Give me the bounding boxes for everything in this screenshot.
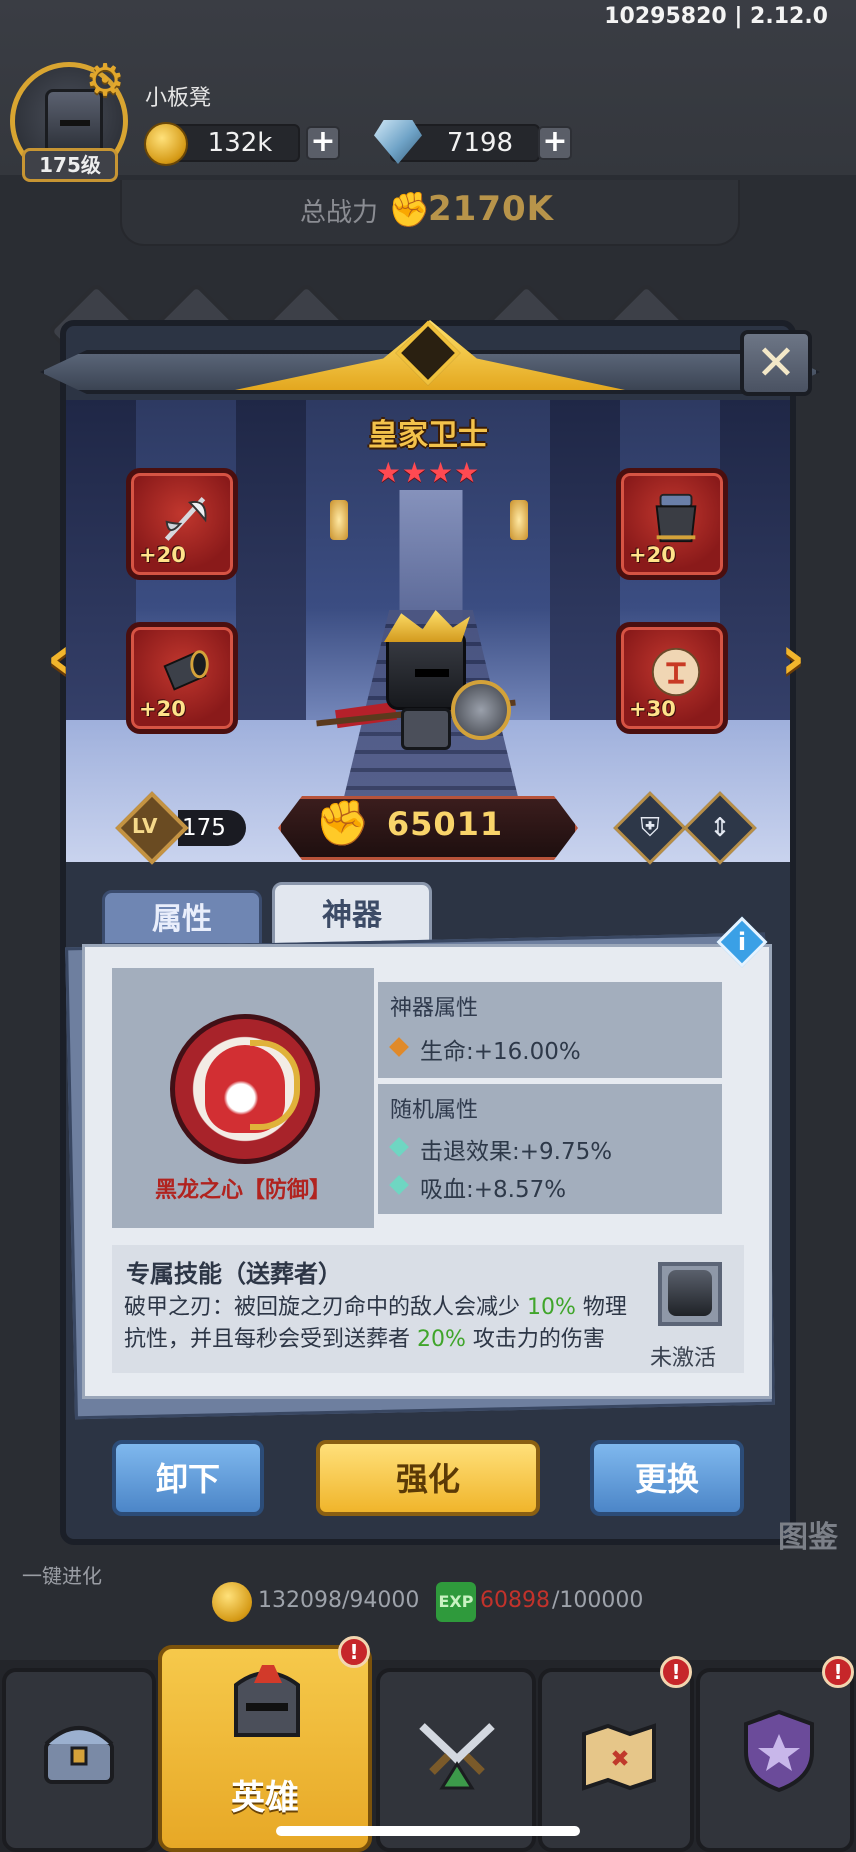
- add-gems-button[interactable]: +: [538, 126, 572, 160]
- shield-icon: ⛨: [640, 813, 660, 843]
- hero-visor: [415, 669, 449, 677]
- axe-icon: [164, 497, 207, 541]
- up-down-arrows-icon: ⇕: [709, 813, 731, 843]
- equip-slot-armor[interactable]: +20: [126, 622, 238, 734]
- diamond-bullet-icon: [389, 1175, 409, 1195]
- exp-icon: EXP: [436, 1582, 476, 1622]
- next-hero-arrow-icon[interactable]: ›: [768, 628, 818, 690]
- fist-icon: ✊: [388, 190, 431, 230]
- enhance-button[interactable]: 强化: [316, 1440, 540, 1516]
- lamp-icon: [510, 500, 528, 540]
- fixed-stat-line: 生命:+16.00%: [420, 1039, 581, 1065]
- info-icon: i: [737, 928, 747, 956]
- knight-helmet-icon: [234, 1665, 300, 1737]
- skill-description[interactable]: 破甲之刃：被回旋之刃命中的敌人会减少 10% 物理抗性，并且每秒会受到送葬者 2…: [124, 1292, 634, 1362]
- artifact-fixed-stats: 神器属性 生命:+16.00%: [378, 982, 722, 1078]
- nav-item-map[interactable]: [538, 1668, 694, 1852]
- lamp-icon: [330, 500, 348, 540]
- equip-level: +20: [139, 697, 186, 721]
- bracer-icon: [163, 650, 209, 691]
- gold-value: 132k: [207, 128, 273, 158]
- total-power-value: 2170K: [428, 189, 554, 229]
- skill-title: 专属技能（送葬者）: [126, 1260, 342, 1288]
- tab-artifact[interactable]: 神器: [272, 882, 432, 946]
- hero-level-badge-label: LV: [132, 814, 158, 838]
- random-stats-title: 随机属性: [390, 1098, 479, 1123]
- helmet-icon: [655, 493, 697, 543]
- gem-value: 7198: [446, 128, 514, 158]
- nav-item-chest[interactable]: [2, 1668, 156, 1852]
- player-level-badge: 175级: [22, 148, 118, 182]
- hero-level-value: 175: [182, 815, 226, 841]
- hero-power-value: 65011: [386, 805, 504, 843]
- random-stat-line: 击退效果:+9.75%: [420, 1139, 613, 1165]
- close-button[interactable]: ✕: [740, 330, 812, 396]
- equip-slot-weapon[interactable]: +20: [126, 468, 238, 580]
- artifact-name: 黑龙之心【防御】: [154, 1178, 331, 1203]
- gold-coin-icon: [212, 1582, 252, 1622]
- random-stat-line: 吸血:+8.57%: [420, 1177, 567, 1203]
- replace-button[interactable]: 更换: [590, 1440, 744, 1516]
- gold-cost: 132098/94000: [258, 1588, 420, 1613]
- hero-sprite[interactable]: [316, 610, 516, 770]
- diamond-bullet-icon: [389, 1037, 409, 1057]
- nav-item-guild[interactable]: [696, 1668, 854, 1852]
- one-click-evolve-label[interactable]: 一键进化: [22, 1560, 102, 1589]
- fist-icon: ✊: [315, 798, 370, 849]
- home-indicator[interactable]: [276, 1826, 580, 1836]
- nav-hero-label: 英雄: [231, 1778, 299, 1818]
- nav-item-hero[interactable]: [158, 1645, 372, 1852]
- equip-level: +20: [629, 543, 676, 567]
- equip-slot-accessory[interactable]: +30: [616, 622, 728, 734]
- equip-slot-helmet[interactable]: +20: [616, 468, 728, 580]
- diamond-bullet-icon: [389, 1137, 409, 1157]
- settings-gear-icon[interactable]: ⚙: [82, 58, 128, 104]
- player-name: 小板凳: [145, 86, 212, 111]
- gold-coin-icon: [144, 122, 188, 166]
- skill-desc-highlight: 10%: [527, 1295, 576, 1320]
- fixed-stats-title: 神器属性: [390, 996, 479, 1021]
- hero-body: [401, 708, 451, 750]
- skill-desc-text: 破甲之刃：被回旋之刃命中的敌人会减少: [124, 1295, 527, 1320]
- guild-shield-icon: [744, 1709, 814, 1793]
- hero-name: 皇家卫士: [368, 418, 488, 453]
- equip-level: +20: [139, 543, 186, 567]
- add-gold-button[interactable]: +: [306, 126, 340, 160]
- skill-desc-highlight: 20%: [417, 1327, 466, 1352]
- total-power-label: 总战力: [300, 198, 379, 228]
- hero-axe: [451, 680, 511, 740]
- notification-badge: !: [822, 1656, 854, 1688]
- skill-status: 未激活: [650, 1346, 717, 1371]
- hero-crest: [384, 610, 470, 642]
- skill-desc-text: 攻击力的伤害: [465, 1327, 605, 1352]
- exp-have: 60898: [480, 1588, 550, 1613]
- throne: [399, 490, 463, 630]
- version-label: 10295820 | 2.12.0: [604, 4, 828, 29]
- atlas-label[interactable]: 图鉴: [778, 1512, 838, 1556]
- tab-attributes[interactable]: 属性: [102, 890, 262, 946]
- equip-level: +30: [629, 697, 676, 721]
- notification-badge: !: [660, 1656, 692, 1688]
- treasure-map-icon: [582, 1723, 656, 1791]
- undertaker-portrait-icon: [668, 1270, 712, 1316]
- exp-need: /100000: [552, 1588, 644, 1613]
- nav-item-battle[interactable]: [376, 1668, 536, 1852]
- previous-hero-arrow-icon[interactable]: ‹: [34, 628, 84, 690]
- notification-badge: !: [338, 1636, 370, 1668]
- rune-icon: [651, 647, 701, 697]
- chest-icon: [44, 1726, 114, 1784]
- crossed-swords-icon: [419, 1723, 495, 1790]
- artifact-random-stats: 随机属性 击退效果:+9.75% 吸血:+8.57%: [378, 1084, 722, 1214]
- unequip-button[interactable]: 卸下: [112, 1440, 264, 1516]
